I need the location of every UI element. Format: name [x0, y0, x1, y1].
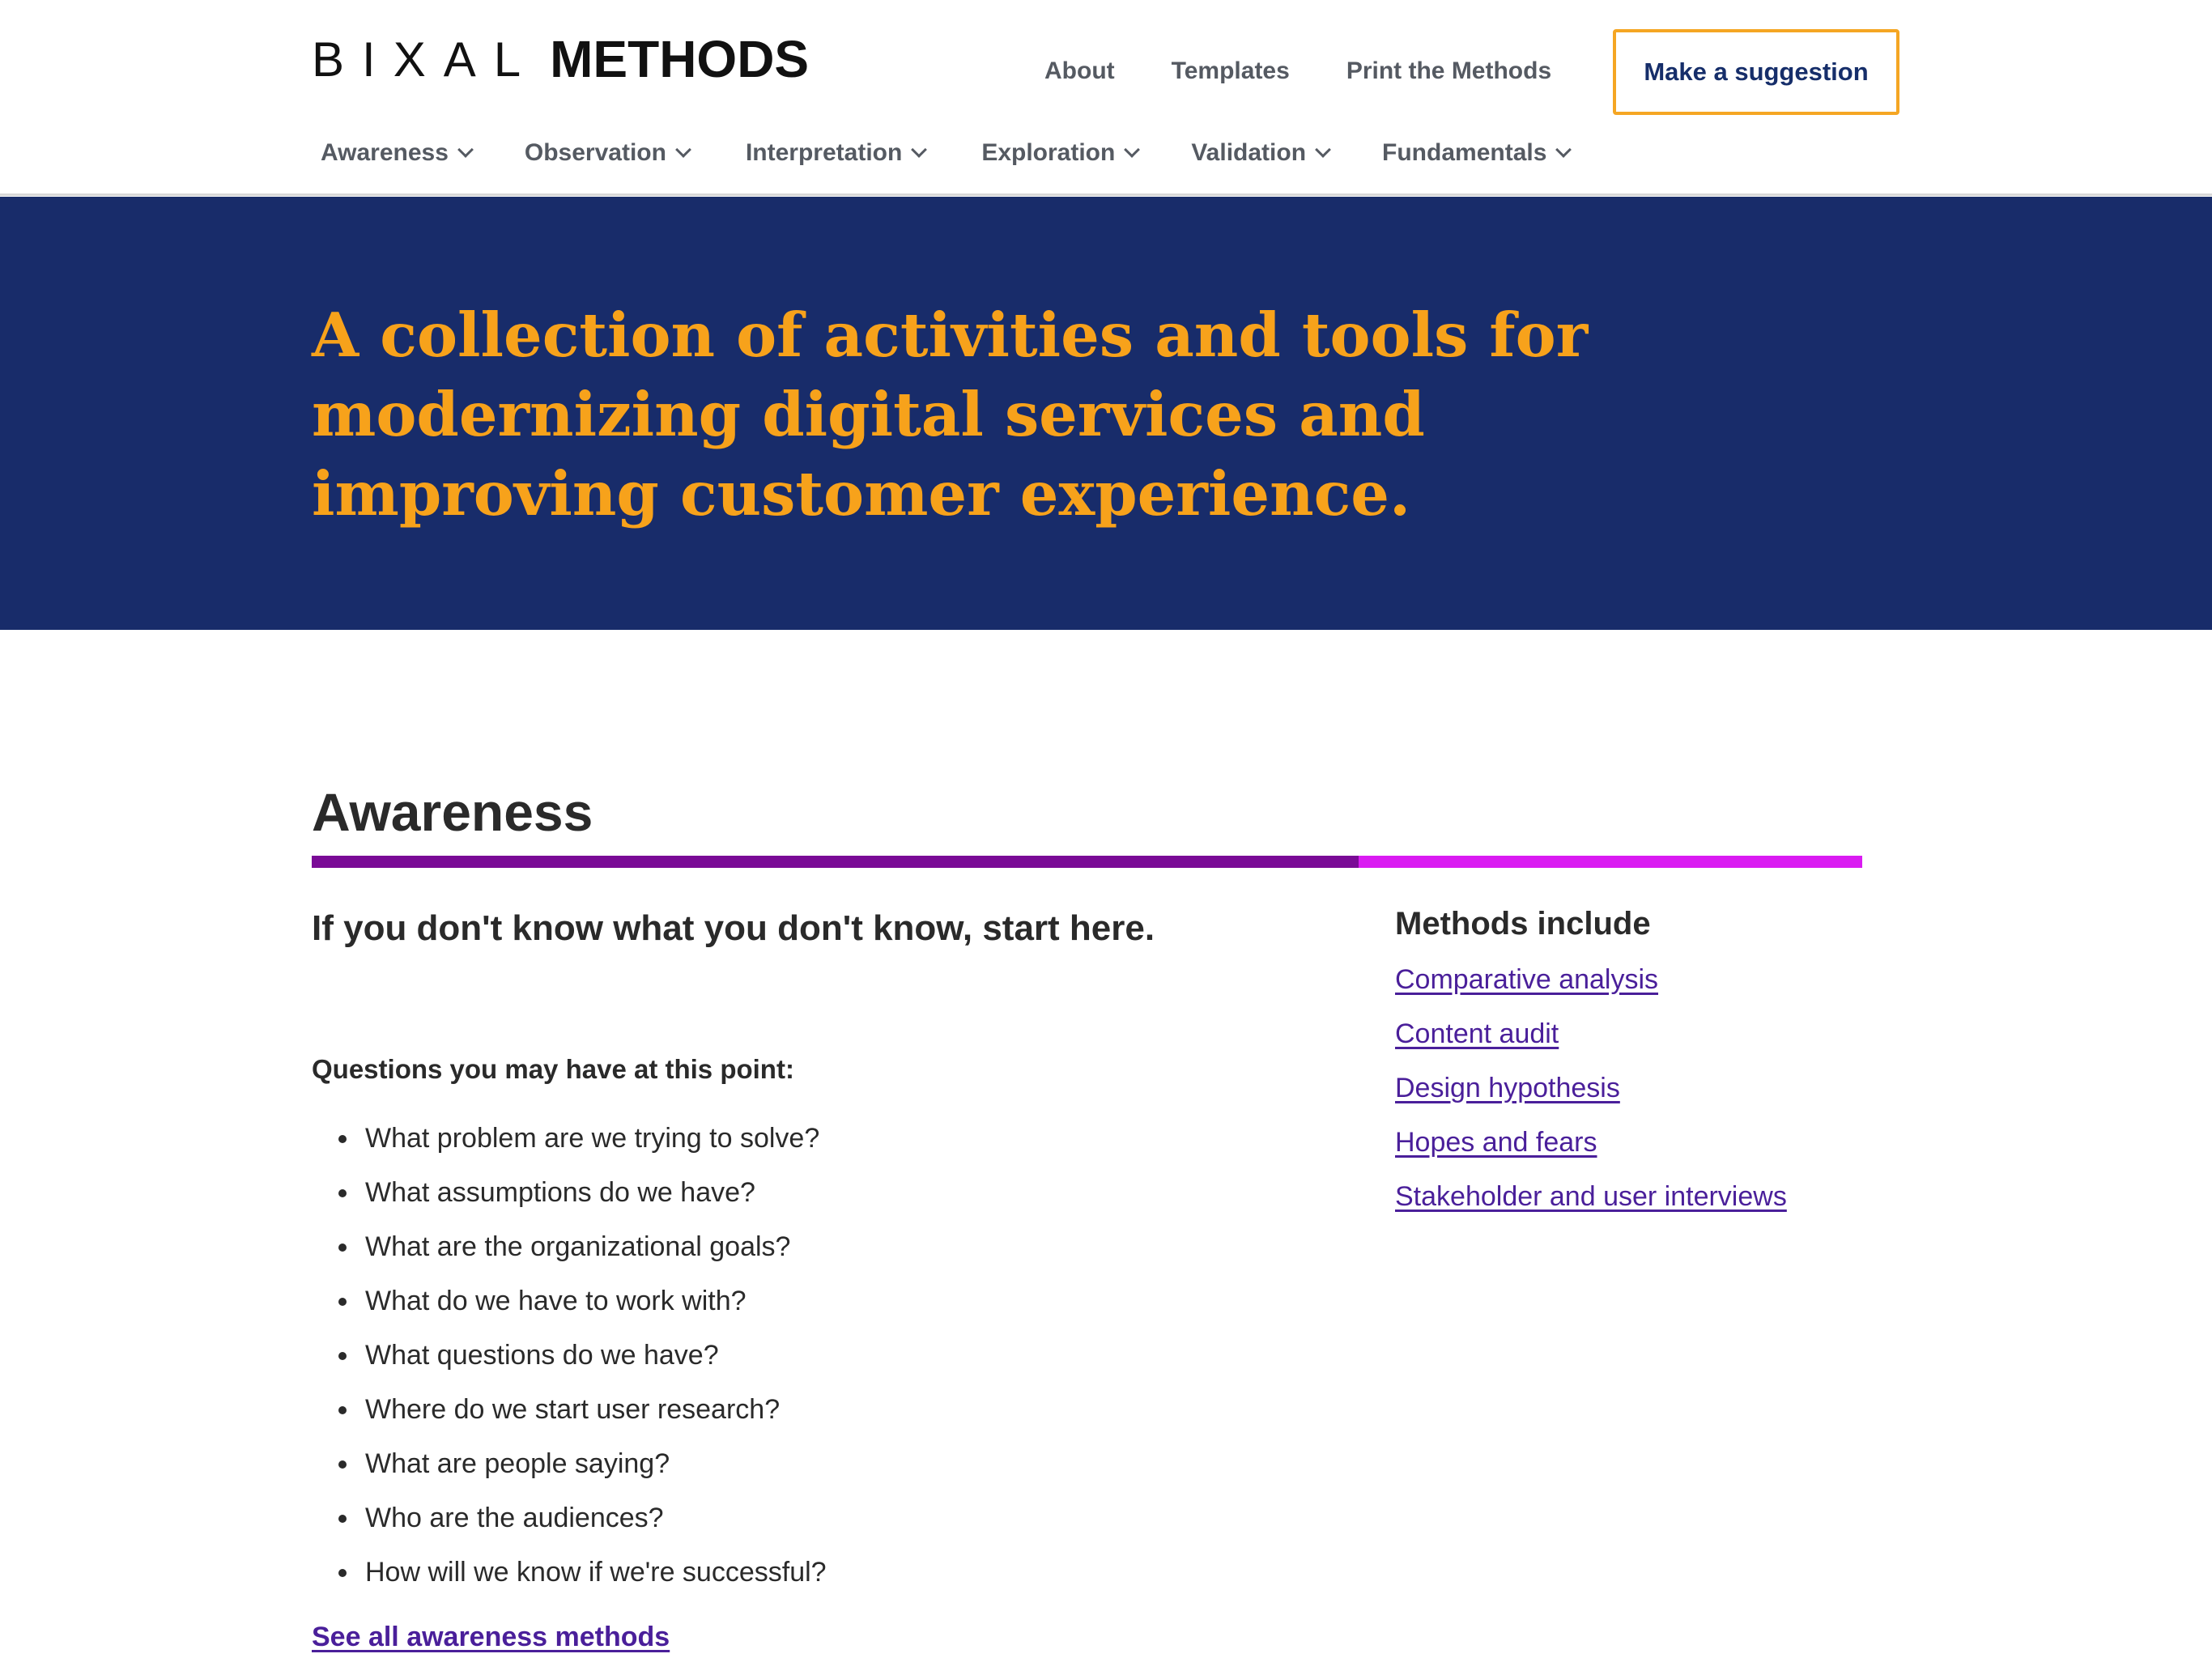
list-item: What assumptions do we have? — [312, 1171, 827, 1226]
make-suggestion-button[interactable]: Make a suggestion — [1613, 29, 1899, 115]
question-text: What do we have to work with? — [365, 1286, 747, 1316]
main-nav-validation[interactable]: Validation — [1191, 139, 1331, 167]
chevron-down-icon — [1124, 142, 1141, 158]
section-divider-primary — [312, 856, 1359, 868]
list-item: What problem are we trying to solve? — [312, 1117, 827, 1171]
section-divider-accent — [1359, 856, 1862, 868]
question-text: What questions do we have? — [365, 1340, 719, 1371]
main-nav-awareness[interactable]: Awareness — [321, 139, 474, 167]
list-item: What are the organizational goals? — [312, 1226, 827, 1280]
methods-list: Comparative analysis Content audit Desig… — [1395, 959, 1787, 1230]
question-text: What are the organizational goals? — [365, 1231, 791, 1262]
main-nav-label: Fundamentals — [1382, 139, 1547, 166]
main-nav-observation[interactable]: Observation — [524, 139, 691, 167]
bullet-icon — [338, 1244, 347, 1252]
chevron-down-icon — [1555, 142, 1572, 158]
main-nav-fundamentals[interactable]: Fundamentals — [1382, 139, 1572, 167]
list-item: How will we know if we're successful? — [312, 1551, 827, 1605]
bullet-icon — [338, 1352, 347, 1360]
questions-list: What problem are we trying to solve? Wha… — [312, 1117, 827, 1605]
main-nav-label: Interpretation — [745, 139, 903, 166]
see-all-awareness-methods-link[interactable]: See all awareness methods — [312, 1618, 670, 1656]
main-nav-interpretation[interactable]: Interpretation — [745, 139, 928, 167]
logo-company-name: BIXAL — [312, 32, 539, 87]
bullet-icon — [338, 1569, 347, 1577]
bullet-icon — [338, 1460, 347, 1469]
method-link-design-hypothesis[interactable]: Design hypothesis — [1395, 1073, 1620, 1103]
nav-link-print-methods[interactable]: Print the Methods — [1346, 57, 1551, 85]
logo-product-name: METHODS — [550, 30, 810, 88]
list-item: What do we have to work with? — [312, 1280, 827, 1334]
method-link-content-audit[interactable]: Content audit — [1395, 1018, 1559, 1049]
list-item: Content audit — [1395, 1013, 1787, 1067]
list-item: Hopes and fears — [1395, 1121, 1787, 1175]
site-logo[interactable]: BIXAL METHODS — [312, 30, 810, 88]
hero-title: A collection of activities and tools for… — [312, 300, 1589, 529]
questions-heading: Questions you may have at this point: — [312, 1054, 794, 1084]
utility-nav: About Templates Print the Methods — [1044, 28, 1608, 115]
bullet-icon — [338, 1298, 347, 1306]
bullet-icon — [338, 1406, 347, 1414]
list-item: Comparative analysis — [1395, 959, 1787, 1013]
question-text: What problem are we trying to solve? — [365, 1123, 820, 1154]
method-link-hopes-and-fears[interactable]: Hopes and fears — [1395, 1127, 1597, 1158]
list-item: What questions do we have? — [312, 1334, 827, 1388]
main-nav-label: Validation — [1191, 139, 1307, 166]
chevron-down-icon — [457, 142, 474, 158]
question-text: Where do we start user research? — [365, 1394, 781, 1425]
question-text: How will we know if we're successful? — [365, 1557, 827, 1588]
list-item: Where do we start user research? — [312, 1388, 827, 1443]
section-title: Awareness — [312, 782, 593, 842]
list-item: Who are the audiences? — [312, 1497, 827, 1551]
question-text: What are people saying? — [365, 1448, 670, 1479]
list-item: Design hypothesis — [1395, 1067, 1787, 1121]
methods-heading: Methods include — [1395, 906, 1651, 942]
bullet-icon — [338, 1135, 347, 1143]
method-link-stakeholder-interviews[interactable]: Stakeholder and user interviews — [1395, 1181, 1787, 1212]
chevron-down-icon — [911, 142, 928, 158]
main-nav: Awareness Observation Interpretation Exp… — [321, 134, 1572, 172]
main-nav-exploration[interactable]: Exploration — [981, 139, 1141, 167]
chevron-down-icon — [1315, 142, 1331, 158]
section-tagline: If you don't know what you don't know, s… — [312, 908, 1155, 948]
bullet-icon — [338, 1189, 347, 1197]
method-link-comparative-analysis[interactable]: Comparative analysis — [1395, 964, 1658, 995]
chevron-down-icon — [675, 142, 691, 158]
hero-banner: A collection of activities and tools for… — [0, 197, 2212, 630]
nav-link-about[interactable]: About — [1044, 57, 1115, 85]
list-item: Stakeholder and user interviews — [1395, 1175, 1787, 1230]
main-nav-label: Awareness — [321, 139, 449, 166]
main-nav-label: Exploration — [981, 139, 1116, 166]
nav-link-templates[interactable]: Templates — [1172, 57, 1290, 85]
question-text: Who are the audiences? — [365, 1503, 664, 1533]
bullet-icon — [338, 1515, 347, 1523]
question-text: What assumptions do we have? — [365, 1177, 755, 1208]
main-nav-label: Observation — [524, 139, 666, 166]
site-header: BIXAL METHODS About Templates Print the … — [0, 0, 2212, 196]
list-item: What are people saying? — [312, 1443, 827, 1497]
